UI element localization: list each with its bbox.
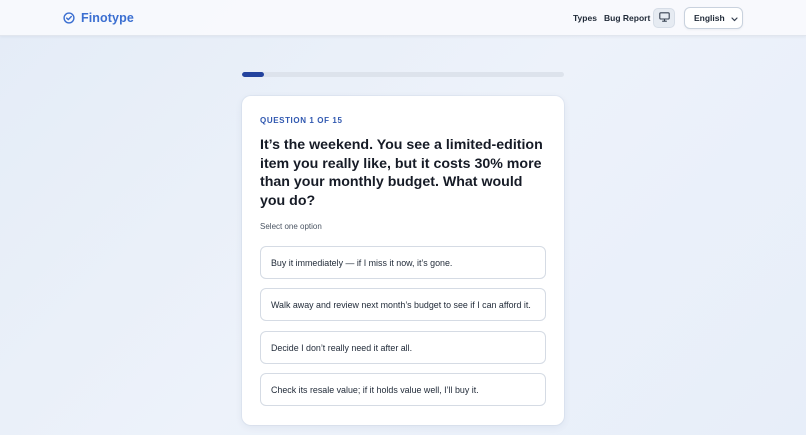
monitor-icon (658, 9, 670, 27)
question-card: QUESTION 1 OF 15 It’s the weekend. You s… (242, 96, 564, 425)
language-label: English (694, 13, 725, 23)
question-text: It’s the weekend. You see a limited-edit… (260, 137, 543, 209)
brand-name: Finotype (81, 11, 134, 25)
language-select[interactable]: English (684, 7, 743, 29)
answer-option[interactable]: Walk away and review next month’s budget… (260, 288, 546, 321)
answer-option[interactable]: Decide I don’t really need it after all. (260, 331, 546, 364)
question-counter: QUESTION 1 OF 15 (260, 116, 343, 125)
nav-bug-report-link[interactable]: Bug Report (604, 13, 650, 23)
answer-option[interactable]: Buy it immediately — if I miss it now, i… (260, 246, 546, 279)
display-mode-button[interactable] (653, 8, 675, 28)
chevron-down-icon (731, 9, 738, 27)
answer-option[interactable]: Check its resale value; if it holds valu… (260, 373, 546, 406)
nav-types-link[interactable]: Types (573, 13, 597, 23)
check-circle-icon (63, 12, 75, 24)
progress-fill (242, 72, 264, 77)
quiz-progress-bar (242, 72, 564, 77)
brand-logo[interactable]: Finotype (63, 10, 134, 26)
top-bar: Finotype Types Bug Report English (0, 0, 806, 36)
select-hint: Select one option (260, 222, 322, 231)
